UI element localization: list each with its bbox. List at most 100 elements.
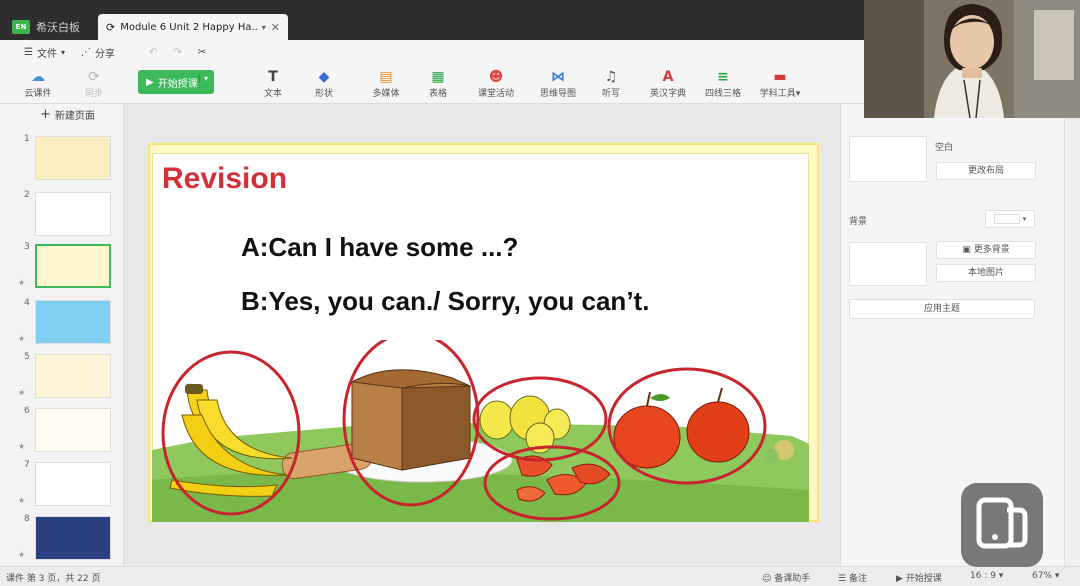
- assistant-label: 备课助手: [774, 574, 811, 584]
- chevron-down-icon[interactable]: ▾: [198, 74, 208, 83]
- apply-theme-button[interactable]: 应用主题: [849, 299, 1035, 319]
- share-menu[interactable]: ⋰ 分享: [81, 45, 115, 60]
- layout-preview[interactable]: [849, 136, 927, 182]
- status-start-label: 开始授课: [905, 574, 942, 584]
- new-page-button[interactable]: + 新建页面: [40, 107, 95, 122]
- star-icon[interactable]: ★: [18, 496, 25, 505]
- toolbar-item-label: 文本: [263, 89, 282, 99]
- local-image-button[interactable]: 本地图片: [936, 264, 1036, 282]
- toolbar-item-media[interactable]: ▤ 多媒体: [358, 68, 414, 102]
- toolbar-item-label: 听写: [601, 89, 620, 99]
- toolbar-item-shape[interactable]: ◆ 形状: [296, 68, 352, 102]
- subject-tools-icon: ▬: [773, 69, 787, 85]
- scissors-icon[interactable]: ✂: [198, 47, 206, 58]
- cloud-button[interactable]: ☁ 云课件: [14, 68, 62, 102]
- background-preview[interactable]: [849, 242, 927, 286]
- page-number: 3: [24, 242, 30, 252]
- file-menu[interactable]: ☰ 文件 ▾: [24, 45, 65, 60]
- star-icon[interactable]: ★: [18, 334, 25, 343]
- page-thumbnail-5[interactable]: [35, 354, 111, 398]
- page-info: 课件 第 3 页，共 22 页: [6, 574, 101, 584]
- toolbar-item-label: 学科工具▾: [759, 89, 801, 99]
- toolbar-item-label: 形状: [314, 89, 333, 99]
- page-thumbnail-1[interactable]: [35, 136, 111, 180]
- shape-icon: ◆: [318, 69, 330, 85]
- toolbar-item-label: 多媒体: [372, 89, 400, 99]
- menu-icon: ☰: [24, 46, 33, 58]
- toolbar-item-label: 思维导图: [539, 89, 576, 99]
- chevron-down-icon: ▾: [60, 47, 65, 57]
- slide-title[interactable]: Revision: [162, 162, 287, 196]
- change-layout-button[interactable]: 更改布局: [936, 162, 1036, 180]
- tab-dropdown-icon[interactable]: ▾: [262, 23, 266, 32]
- page-number: 5: [24, 352, 30, 362]
- background-color-select[interactable]: ▾: [985, 210, 1035, 228]
- start-teaching-label: 开始授课: [157, 78, 198, 90]
- zoom-select[interactable]: 67% ▾: [1032, 571, 1059, 581]
- new-page-label: 新建页面: [54, 111, 95, 122]
- toolbar-item-subject-tools[interactable]: ▬ 学科工具▾: [752, 68, 808, 102]
- document-tab[interactable]: ⟳ Module 6 Unit 2 Happy Ha... ▾ ✕: [98, 14, 288, 40]
- more-backgrounds-button[interactable]: ▣ 更多背景: [936, 241, 1036, 259]
- screen-share-overlay[interactable]: [961, 483, 1043, 567]
- media-icon: ▤: [379, 69, 393, 85]
- star-icon[interactable]: ★: [18, 550, 25, 559]
- table-icon: ▦: [431, 69, 445, 85]
- redo-icon[interactable]: ↷: [173, 47, 181, 58]
- page-number: 1: [24, 134, 30, 144]
- assistant-button[interactable]: ☺ 备课助手: [762, 571, 810, 584]
- toolbar-item-activity[interactable]: ☻ 课堂活动: [468, 68, 524, 102]
- notes-icon: ☰: [838, 574, 847, 584]
- color-swatch: [993, 213, 1020, 224]
- page-thumbnail-4[interactable]: [35, 300, 111, 344]
- page-thumbnail-8[interactable]: [35, 516, 111, 560]
- bread-icon: [350, 369, 471, 471]
- toolbar-item-four-line[interactable]: ≡ 四线三格: [695, 68, 751, 102]
- status-bar: 课件 第 3 页，共 22 页 ☺ 备课助手 ☰ 备注 ▶ 开始授课 16 : …: [0, 566, 1080, 586]
- star-icon[interactable]: ★: [18, 278, 25, 287]
- undo-icon[interactable]: ↶: [149, 47, 157, 58]
- status-start-button[interactable]: ▶ 开始授课: [896, 571, 942, 584]
- toolbar-item-mindmap[interactable]: ⋈ 思维导图: [530, 68, 586, 102]
- sync-icon: ⟳: [106, 20, 116, 34]
- star-icon[interactable]: ★: [18, 388, 25, 397]
- phone-icon: [976, 497, 1028, 549]
- share-icon: ⋰: [80, 46, 91, 58]
- text-icon: T: [268, 69, 278, 85]
- page-number: 8: [24, 514, 30, 524]
- image-icon: ▣: [962, 245, 971, 255]
- slide-line-a[interactable]: A:Can I have some ...?: [241, 232, 518, 263]
- page-number: 4: [24, 298, 30, 308]
- app-logo: EN: [12, 20, 30, 34]
- page-thumbnail-3[interactable]: [35, 244, 111, 288]
- aspect-ratio-select[interactable]: 16 : 9 ▾: [970, 571, 1003, 581]
- page-thumbnail-2[interactable]: [35, 192, 111, 236]
- chevron-down-icon: ▾: [1022, 215, 1027, 223]
- document-tab-label: Module 6 Unit 2 Happy Ha...: [120, 21, 257, 33]
- notes-label: 备注: [848, 574, 867, 584]
- close-tab-icon[interactable]: ✕: [271, 21, 280, 34]
- toolbar-item-dictionary[interactable]: A 英汉字典: [640, 68, 696, 102]
- toolbar-item-dictation[interactable]: ♫ 听写: [583, 68, 639, 102]
- mindmap-icon: ⋈: [551, 69, 565, 85]
- food-illustration[interactable]: [152, 340, 809, 522]
- right-scrollbar[interactable]: [1064, 104, 1080, 566]
- toolbar-item-label: 表格: [428, 89, 447, 99]
- star-icon[interactable]: ★: [18, 442, 25, 451]
- toolbar-item-text[interactable]: T 文本: [245, 68, 301, 102]
- toolbar-item-table[interactable]: ▦ 表格: [410, 68, 466, 102]
- page-number: 7: [24, 460, 30, 470]
- sync-button[interactable]: ⟳ 同步: [70, 68, 118, 102]
- plus-icon: +: [40, 107, 51, 122]
- play-icon: ▶: [146, 76, 154, 88]
- toolbar-item-label: 课堂活动: [477, 89, 514, 99]
- notes-button[interactable]: ☰ 备注: [838, 571, 867, 584]
- page-thumbnail-7[interactable]: [35, 462, 111, 506]
- four-line-icon: ≡: [717, 69, 729, 85]
- slide-line-b[interactable]: B:Yes, you can./ Sorry, you can’t.: [241, 286, 649, 317]
- app-tab[interactable]: EN 希沃白板: [12, 14, 80, 40]
- refresh-icon: ⟳: [88, 69, 100, 85]
- page-thumbnail-6[interactable]: [35, 408, 111, 452]
- start-teaching-button[interactable]: ▶ 开始授课 ▾: [138, 70, 214, 94]
- toolbar-item-label: 四线三格: [704, 89, 741, 99]
